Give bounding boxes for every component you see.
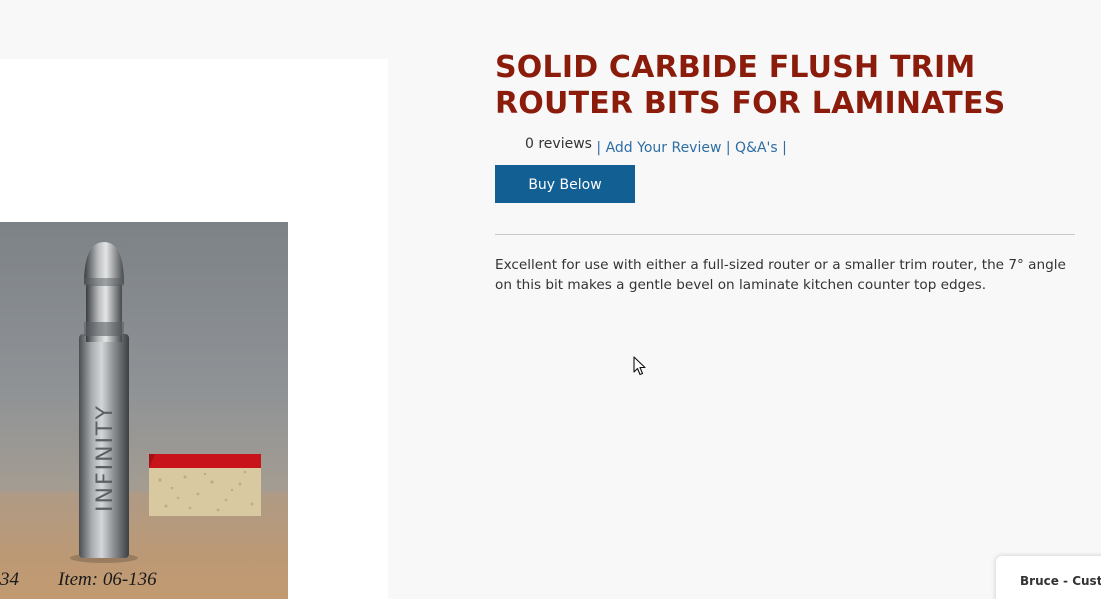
separator: |	[725, 140, 731, 156]
chat-agent-label: Bruce - Custo	[1020, 574, 1101, 588]
separator: |	[782, 140, 787, 156]
reviews-count: 0 reviews	[525, 136, 592, 152]
caption-item-number: Item: 06-136	[58, 569, 157, 590]
buy-below-button[interactable]: Buy Below	[495, 165, 635, 203]
mouse-cursor-icon	[633, 356, 646, 376]
product-description: Excellent for use with either a full-siz…	[495, 257, 1066, 293]
router-bit-illustration: INFINITY	[0, 242, 288, 599]
qa-link[interactable]: Q&A's	[735, 140, 778, 156]
divider	[495, 234, 1075, 235]
caption-ref: 34	[0, 569, 19, 590]
review-links: 0 reviews | Add Your Review | Q&A's |	[525, 136, 787, 156]
separator: |	[596, 140, 602, 156]
add-review-link[interactable]: Add Your Review	[606, 140, 722, 156]
chat-widget[interactable]: Bruce - Custo	[996, 556, 1101, 599]
product-image[interactable]: INFINITY 34 Item: 06-136	[0, 222, 288, 599]
brand-engraving: INFINITY	[93, 404, 118, 512]
product-title: SOLID CARBIDE FLUSH TRIM ROUTER BITS FOR…	[495, 50, 1006, 121]
